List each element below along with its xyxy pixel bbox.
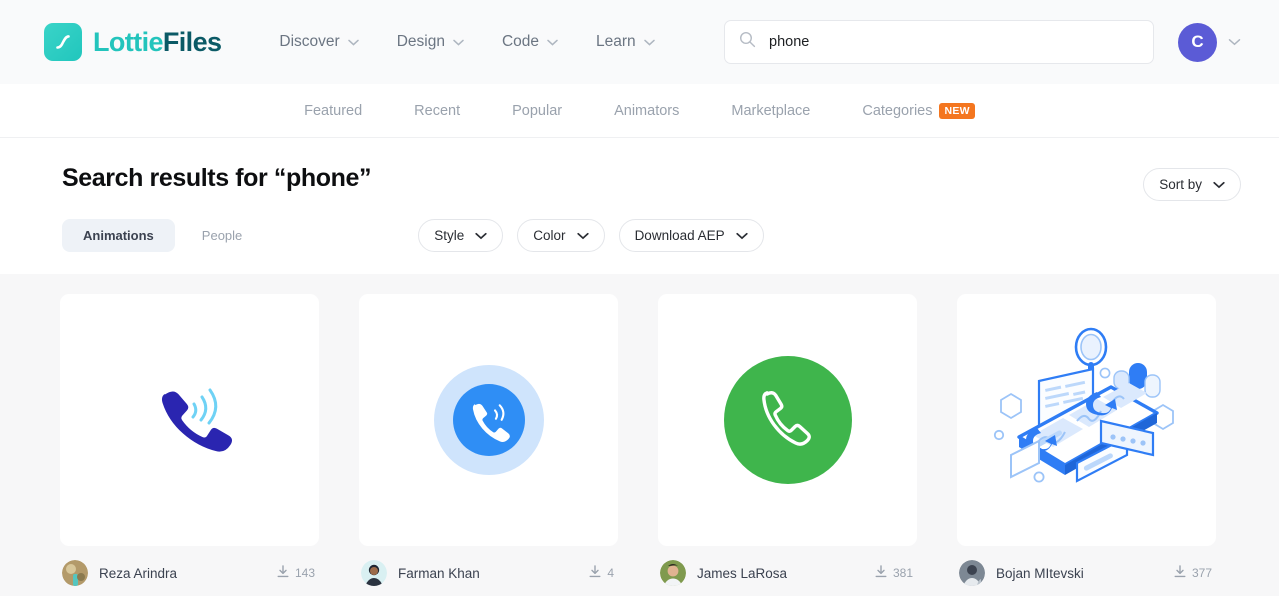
account-area[interactable]: C xyxy=(1178,22,1241,62)
avatar[interactable] xyxy=(959,560,985,586)
chevron-down-icon[interactable] xyxy=(1228,33,1241,51)
filter-color-dropdown[interactable]: Color xyxy=(517,219,605,252)
card-meta: James LaRosa 381 xyxy=(658,546,917,586)
author-name[interactable]: Reza Arindra xyxy=(99,566,177,581)
logo-text-lottie: Lottie xyxy=(93,26,163,57)
phone-ringing-dark-blue-animation[interactable] xyxy=(60,294,319,546)
nav-label: Code xyxy=(501,33,540,50)
subnav-label: Recent xyxy=(414,102,461,119)
search-input[interactable] xyxy=(769,34,1139,50)
results-grid: Reza Arindra 143 Farman Khan 4 James LaR… xyxy=(0,274,1279,596)
subnav-label: Popular xyxy=(512,102,563,119)
subnav-label: Featured xyxy=(304,102,363,119)
filter-bar: Animations People Style Color Download A… xyxy=(0,201,1279,274)
tab-people[interactable]: People xyxy=(181,219,263,252)
nav-item-learn[interactable]: Learn xyxy=(596,33,655,51)
search-bar[interactable] xyxy=(724,20,1154,64)
chevron-down-icon xyxy=(576,228,589,243)
filter-download-aep-dropdown[interactable]: Download AEP xyxy=(618,219,764,252)
result-card: Bojan MItevski 377 xyxy=(957,294,1216,596)
avatar[interactable] xyxy=(660,560,686,586)
download-count-value: 377 xyxy=(1191,566,1212,580)
nav-label: Learn xyxy=(596,33,636,50)
card-meta: Farman Khan 4 xyxy=(359,546,618,586)
lottie-s-curve-icon xyxy=(44,23,82,61)
chevron-down-icon xyxy=(643,33,655,51)
card-meta: Bojan MItevski 377 xyxy=(957,546,1216,586)
download-icon xyxy=(277,565,289,581)
chevron-down-icon xyxy=(735,228,748,243)
download-count: 4 xyxy=(589,565,614,581)
subnav-label: Animators xyxy=(614,102,680,119)
avatar[interactable] xyxy=(62,560,88,586)
download-count-value: 143 xyxy=(294,566,315,580)
download-count: 377 xyxy=(1174,565,1212,581)
nav-item-code[interactable]: Code xyxy=(502,33,558,51)
subnav-item-categories[interactable]: Categories NEW xyxy=(862,102,975,119)
subnav-item-marketplace[interactable]: Marketplace xyxy=(731,103,810,119)
isometric-mobile-phone-search-animation[interactable] xyxy=(957,294,1216,546)
filter-label: Color xyxy=(533,228,566,243)
download-count-value: 381 xyxy=(892,566,913,580)
main-navigation: Discover Design Code Learn xyxy=(279,33,655,51)
nav-item-design[interactable]: Design xyxy=(397,33,464,51)
filter-style-dropdown[interactable]: Style xyxy=(418,219,504,252)
subnav-label: Categories xyxy=(862,102,933,119)
logo-text: LottieFiles xyxy=(93,26,222,58)
tab-animations[interactable]: Animations xyxy=(62,219,175,252)
subnav-item-recent[interactable]: Recent xyxy=(414,103,460,119)
author-name[interactable]: Bojan MItevski xyxy=(996,566,1084,581)
subnav-label: Marketplace xyxy=(731,102,811,119)
secondary-navigation: Featured Recent Popular Animators Market… xyxy=(0,84,1279,138)
phone-call-blue-circle-animation[interactable] xyxy=(359,294,618,546)
avatar[interactable] xyxy=(361,560,387,586)
download-count-value: 4 xyxy=(607,566,614,580)
result-type-tabs: Animations People xyxy=(62,219,263,252)
result-card: Reza Arindra 143 xyxy=(60,294,319,596)
download-count: 381 xyxy=(875,565,913,581)
card-meta: Reza Arindra 143 xyxy=(60,546,319,586)
search-icon xyxy=(739,31,756,53)
result-card: Farman Khan 4 xyxy=(359,294,618,596)
author-name[interactable]: James LaRosa xyxy=(697,566,787,581)
logo[interactable]: LottieFiles xyxy=(44,23,222,61)
download-icon xyxy=(589,565,601,581)
page-title: Search results for “phone” xyxy=(62,164,372,192)
subnav-item-featured[interactable]: Featured xyxy=(304,103,362,119)
filter-label: Download AEP xyxy=(634,228,725,243)
subnav-item-animators[interactable]: Animators xyxy=(614,103,679,119)
download-count: 143 xyxy=(277,565,315,581)
nav-item-discover[interactable]: Discover xyxy=(279,33,359,51)
chevron-down-icon xyxy=(547,33,558,51)
phone-call-green-circle-animation[interactable] xyxy=(658,294,917,546)
filter-label: Style xyxy=(434,228,465,243)
subnav-item-popular[interactable]: Popular xyxy=(512,103,562,119)
filter-dropdowns: Style Color Download AEP xyxy=(418,219,764,252)
nav-label: Design xyxy=(396,33,445,50)
chevron-down-icon xyxy=(453,33,464,51)
top-header: LottieFiles Discover Design Code Learn p… xyxy=(0,0,1279,84)
download-icon xyxy=(875,565,887,581)
nav-label: Discover xyxy=(279,33,340,50)
sort-by-label: Sort by xyxy=(1159,177,1202,192)
avatar[interactable]: C xyxy=(1178,22,1217,62)
sort-by-dropdown[interactable]: Sort by xyxy=(1143,168,1241,201)
author-name[interactable]: Farman Khan xyxy=(398,566,480,581)
title-bar: Search results for “phone” Sort by xyxy=(0,138,1279,201)
chevron-down-icon xyxy=(1213,177,1225,192)
download-icon xyxy=(1174,565,1186,581)
result-card: James LaRosa 381 xyxy=(658,294,917,596)
logo-text-files: Files xyxy=(162,26,222,57)
chevron-down-icon xyxy=(347,33,359,51)
chevron-down-icon xyxy=(475,228,487,243)
new-badge: NEW xyxy=(939,102,975,119)
